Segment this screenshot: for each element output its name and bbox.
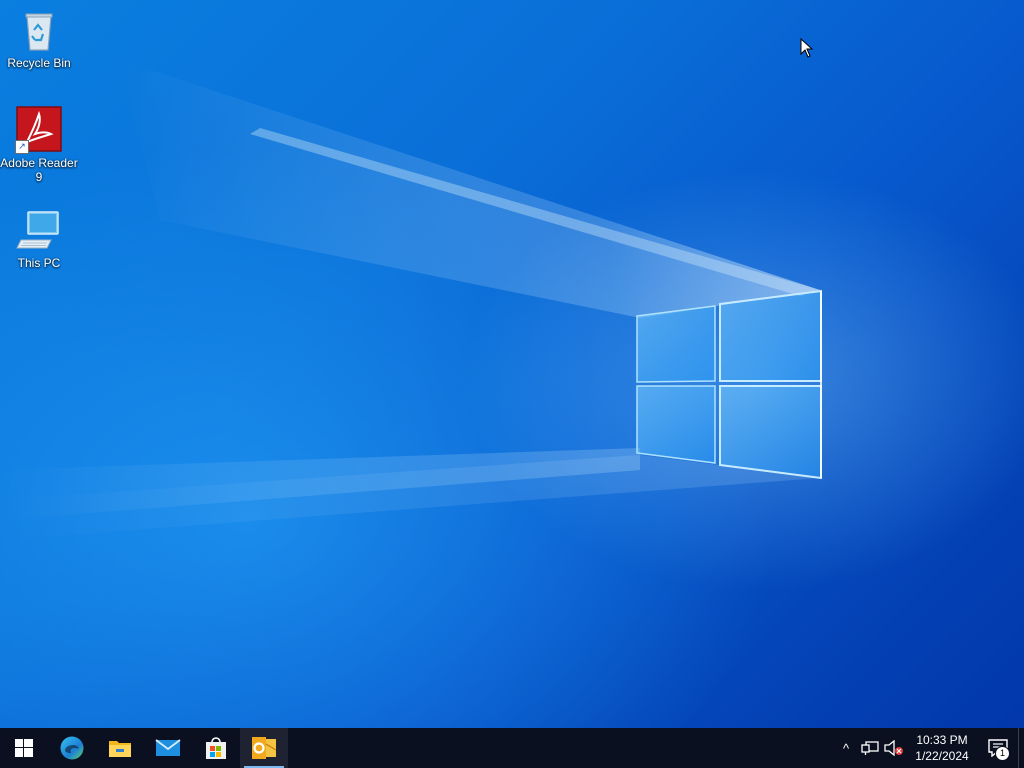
clock[interactable]: 10:33 PM 1/22/2024 — [906, 728, 978, 768]
microsoft-store-icon — [206, 737, 226, 759]
mouse-cursor-icon — [800, 38, 814, 58]
taskbar-file-explorer[interactable] — [96, 728, 144, 768]
clock-date: 1/22/2024 — [915, 749, 969, 763]
notification-count-badge: 1 — [995, 746, 1010, 761]
clock-time: 10:33 PM — [916, 733, 968, 747]
volume-muted-icon — [884, 740, 903, 756]
desktop-icon-label: Adobe Reader 9 — [0, 156, 78, 184]
this-pc-icon — [15, 206, 63, 254]
start-button[interactable] — [0, 728, 48, 768]
show-hidden-icons-button[interactable]: ^ — [834, 728, 858, 768]
action-center-button[interactable]: 1 — [978, 728, 1018, 768]
shortcut-arrow-icon: ↗ — [15, 140, 29, 154]
windows-logo-wallpaper — [636, 289, 822, 480]
desktop-icon-adobe-reader[interactable]: ↗ Adobe Reader 9 — [0, 106, 78, 184]
edge-icon — [60, 736, 84, 760]
mail-icon — [155, 739, 181, 756]
taskbar-outlook[interactable] — [240, 728, 288, 768]
taskbar: ^ 10:33 PM 1/22/2024 1 — [0, 728, 1024, 768]
adobe-reader-icon: ↗ — [15, 106, 63, 154]
chevron-up-icon: ^ — [842, 740, 850, 756]
network-button[interactable] — [858, 728, 882, 768]
taskbar-mail[interactable] — [144, 728, 192, 768]
taskbar-microsoft-store[interactable] — [192, 728, 240, 768]
taskbar-edge[interactable] — [48, 728, 96, 768]
network-icon — [861, 741, 879, 755]
recycle-bin-icon — [15, 6, 63, 54]
volume-button[interactable] — [882, 728, 906, 768]
desktop-icon-label: This PC — [17, 256, 61, 270]
desktop-icon-label: Recycle Bin — [7, 56, 71, 70]
desktop-icon-this-pc[interactable]: This PC — [0, 206, 78, 270]
desktop-icon-recycle-bin[interactable]: Recycle Bin — [0, 6, 78, 70]
file-explorer-icon — [109, 741, 131, 757]
desktop: Recycle Bin ↗ Adobe Reader 9 This PC — [0, 0, 1024, 728]
windows-start-icon — [15, 739, 33, 757]
outlook-icon — [252, 737, 277, 759]
system-tray: ^ 10:33 PM 1/22/2024 1 — [834, 728, 1024, 768]
show-desktop-button[interactable] — [1018, 728, 1024, 768]
